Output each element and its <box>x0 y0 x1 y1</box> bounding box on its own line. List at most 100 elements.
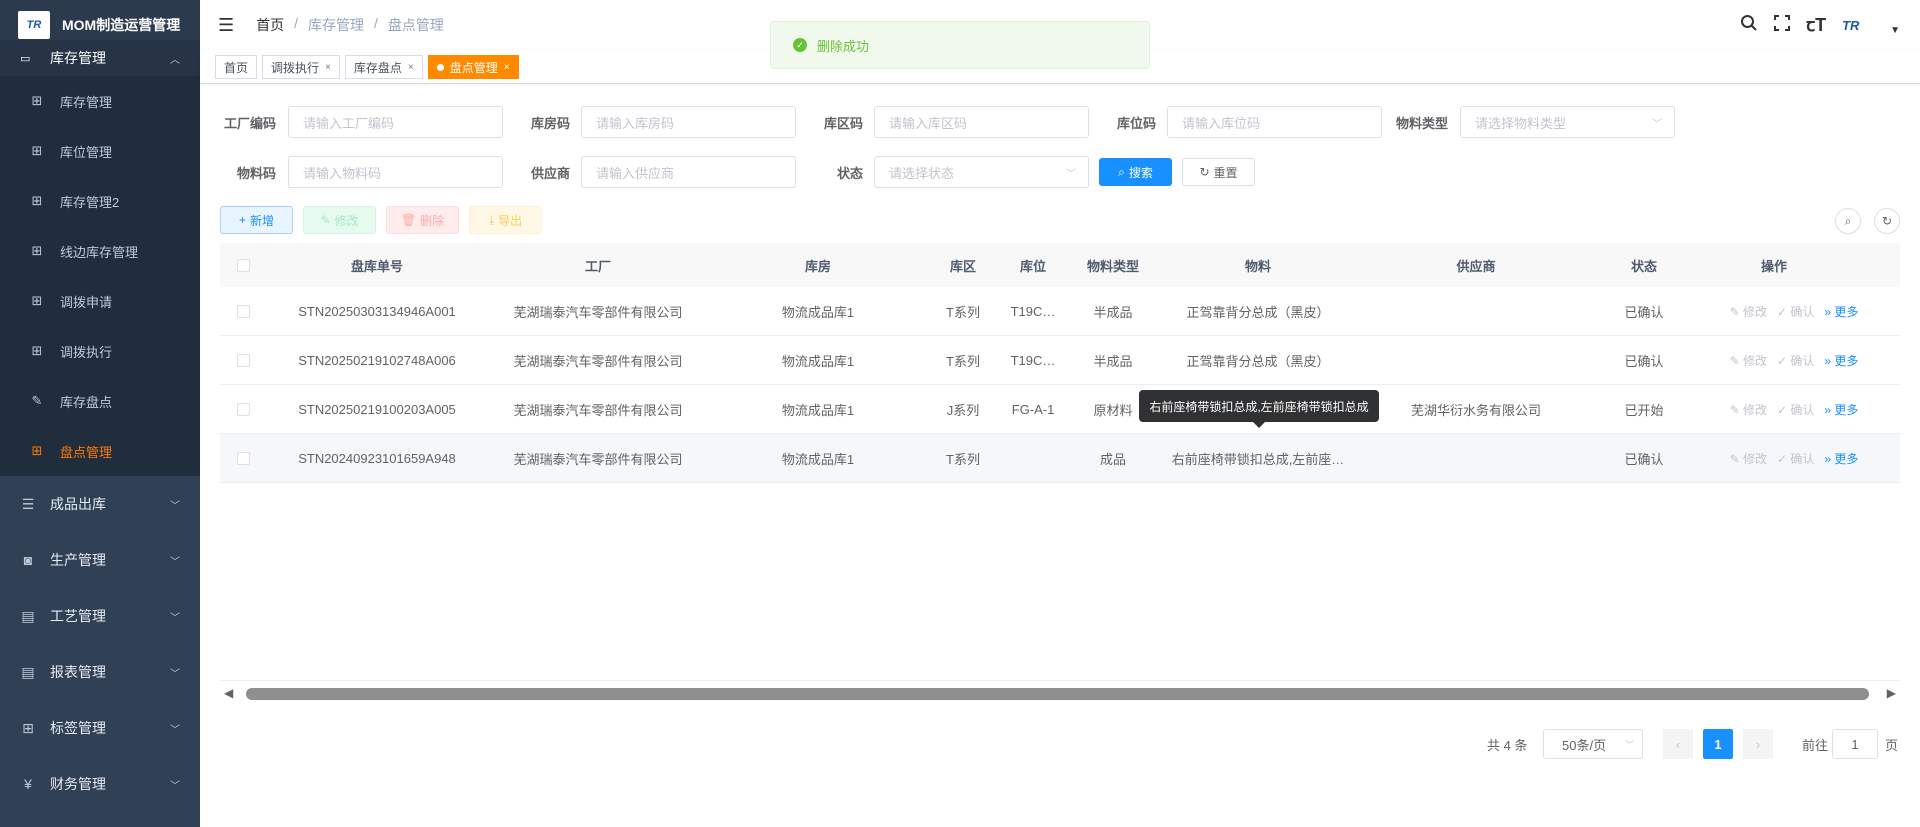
close-icon[interactable]: × <box>325 62 331 73</box>
sidebar-item-production[interactable]: ◙ 生产管理 ﹀ <box>0 532 200 588</box>
header-no: 盘库单号 <box>350 258 403 274</box>
row-checkbox[interactable] <box>236 353 250 367</box>
toggle-search-icon[interactable]: ⌕ <box>1835 208 1861 234</box>
hamburger-icon[interactable]: ☰ <box>218 15 234 36</box>
factory-code-input[interactable]: 请输入工厂编码 <box>288 106 503 138</box>
cell-area: J系列 <box>946 402 980 418</box>
select-placeholder: 请选择状态 <box>889 165 955 181</box>
breadcrumb-separator: / <box>294 15 299 31</box>
cell-supplier <box>1358 336 1594 384</box>
select-all-checkbox[interactable] <box>236 258 250 272</box>
sidebar-item-label: 调拨申请 <box>60 294 113 310</box>
status-select[interactable]: 请选择状态 ﹀ <box>874 156 1089 188</box>
sidebar-item-label-mgmt[interactable]: ⊞ 标签管理 ﹀ <box>0 700 200 756</box>
avatar[interactable]: TR <box>1842 12 1874 38</box>
list-icon: ☰ <box>21 495 35 512</box>
tag-label: 库存盘点 <box>353 60 402 75</box>
header-warehouse: 库房 <box>804 258 831 274</box>
sidebar-item-transfer-exec[interactable]: ⊞ 调拨执行 <box>0 326 200 376</box>
row-confirm-button[interactable]: ✓ 确认 <box>1777 352 1814 369</box>
cell-supplier <box>1358 287 1594 335</box>
close-icon[interactable]: × <box>408 62 414 73</box>
refresh-icon[interactable]: ↻ <box>1874 208 1900 234</box>
horizontal-scrollbar[interactable]: ◀ ▶ <box>220 680 1900 706</box>
sidebar-item-report[interactable]: ▤ 报表管理 ﹀ <box>0 644 200 700</box>
row-confirm-button[interactable]: ✓ 确认 <box>1777 401 1814 418</box>
next-page-button[interactable]: › <box>1743 729 1773 759</box>
sidebar-item-finished-out[interactable]: ☰ 成品出库 ﹀ <box>0 476 200 532</box>
cell-no: STN20250219102748A006 <box>298 352 456 368</box>
filter-label: 库房码 <box>530 115 570 131</box>
cell-status: 已确认 <box>1624 304 1664 320</box>
row-confirm-button[interactable]: ✓ 确认 <box>1777 450 1814 467</box>
material-type-select[interactable]: 请选择物料类型 ﹀ <box>1460 106 1675 138</box>
header-checkbox-cell <box>220 243 266 287</box>
area-code-input[interactable]: 请输入库区码 <box>874 106 1089 138</box>
tag-transfer-exec[interactable]: 调拨执行 × <box>262 55 340 79</box>
scrollbar-thumb[interactable] <box>246 688 1869 700</box>
sidebar-item-label: 库存管理 <box>60 94 113 110</box>
material-tooltip: 右前座椅带锁扣总成,左前座椅带锁扣总成 <box>1139 390 1379 428</box>
tag-stocktake[interactable]: 库存盘点 × <box>344 55 423 79</box>
filter-factory-code: 工厂编码 请输入工厂编码 <box>220 106 503 138</box>
reset-button[interactable]: ↻ 重置 <box>1182 158 1255 186</box>
row-confirm-button[interactable]: ✓ 确认 <box>1777 303 1814 320</box>
goto-page-input[interactable]: 1 <box>1832 729 1878 759</box>
tag-home[interactable]: 首页 <box>215 55 258 79</box>
delete-button[interactable]: 🗑 删除 <box>386 206 459 234</box>
scroll-left-icon[interactable]: ◀ <box>224 686 233 700</box>
add-button[interactable]: + 新增 <box>220 206 293 234</box>
sidebar-item-location[interactable]: ⊞ 库位管理 <box>0 126 200 176</box>
row-more-button[interactable]: » 更多 <box>1824 450 1858 467</box>
table-icon: ⊞ <box>31 343 43 358</box>
breadcrumb-item[interactable]: 首页 <box>256 15 284 35</box>
prev-page-button[interactable]: ‹ <box>1663 729 1693 759</box>
chevron-down-icon: ﹀ <box>1624 739 1634 750</box>
supplier-input[interactable]: 请输入供应商 <box>581 156 796 188</box>
location-code-input[interactable]: 请输入库位码 <box>1167 106 1382 138</box>
row-edit-button[interactable]: ✎ 修改 <box>1730 450 1767 467</box>
caret-down-icon[interactable]: ▼ <box>1890 25 1900 36</box>
table-icon: ⊞ <box>31 193 43 208</box>
success-toast: ✓ 删除成功 <box>770 21 1150 69</box>
edit-button[interactable]: ✎ 修改 <box>303 206 376 234</box>
cell-ops: ✎ 修改 ✓ 确认 » 更多 <box>1694 336 1894 384</box>
cell-material: 正驾靠背分总成（黑皮） <box>1186 353 1330 369</box>
sidebar-item-stocktake[interactable]: ✎ 库存盘点 <box>0 376 200 426</box>
row-more-button[interactable]: » 更多 <box>1824 303 1858 320</box>
row-more-button[interactable]: » 更多 <box>1824 401 1858 418</box>
warehouse-code-input[interactable]: 请输入库房码 <box>581 106 796 138</box>
sidebar-item-stocktake-mgmt[interactable]: ⊞ 盘点管理 <box>0 426 200 476</box>
page-size-select[interactable]: 50条/页 ﹀ <box>1543 729 1643 759</box>
cell-material[interactable]: 右前座椅带锁扣总成,左前座… <box>1158 434 1358 482</box>
sidebar-group-inventory[interactable]: ▭ 库存管理 ︿ <box>0 40 200 76</box>
page-number-1[interactable]: 1 <box>1703 729 1733 759</box>
sidebar-item-lineside[interactable]: ⊞ 线边库存管理 <box>0 226 200 276</box>
sidebar-item-transfer-request[interactable]: ⊞ 调拨申请 <box>0 276 200 326</box>
material-code-input[interactable]: 请输入物料码 <box>288 156 503 188</box>
font-size-icon[interactable]: ꞇT <box>1806 13 1826 37</box>
tag-stocktake-mgmt[interactable]: 盘点管理 × <box>427 55 519 79</box>
cell-no: STN20250303134946A001 <box>298 303 456 319</box>
sidebar-item-inventory2[interactable]: ⊞ 库存管理2 <box>0 176 200 226</box>
op-label: 修改 <box>1742 451 1767 466</box>
sidebar-item-inventory[interactable]: ⊞ 库存管理 <box>0 76 200 126</box>
row-checkbox[interactable] <box>236 402 250 416</box>
row-more-button[interactable]: » 更多 <box>1824 352 1858 369</box>
sidebar-item-process[interactable]: ▤ 工艺管理 ﹀ <box>0 588 200 644</box>
fullscreen-icon[interactable] <box>1774 14 1791 36</box>
row-edit-button[interactable]: ✎ 修改 <box>1730 303 1767 320</box>
search-button[interactable]: ⌕ 搜索 <box>1099 158 1172 186</box>
row-edit-button[interactable]: ✎ 修改 <box>1730 352 1767 369</box>
row-checkbox[interactable] <box>236 451 250 465</box>
row-checkbox[interactable] <box>236 304 250 318</box>
sidebar-item-finance[interactable]: ¥ 财务管理 ﹀ <box>0 756 200 812</box>
row-edit-button[interactable]: ✎ 修改 <box>1730 401 1767 418</box>
table-row: STN20240923101659A948 芜湖瑞泰汽车零部件有限公司 物流成品… <box>220 434 1900 483</box>
close-icon[interactable]: × <box>504 62 510 73</box>
search-icon[interactable] <box>1740 14 1758 37</box>
export-button[interactable]: ⤓ 导出 <box>469 206 542 234</box>
edit-icon: ✎ <box>320 213 331 227</box>
scroll-right-icon[interactable]: ▶ <box>1887 686 1896 700</box>
sidebar-item-label: 报表管理 <box>50 664 106 680</box>
